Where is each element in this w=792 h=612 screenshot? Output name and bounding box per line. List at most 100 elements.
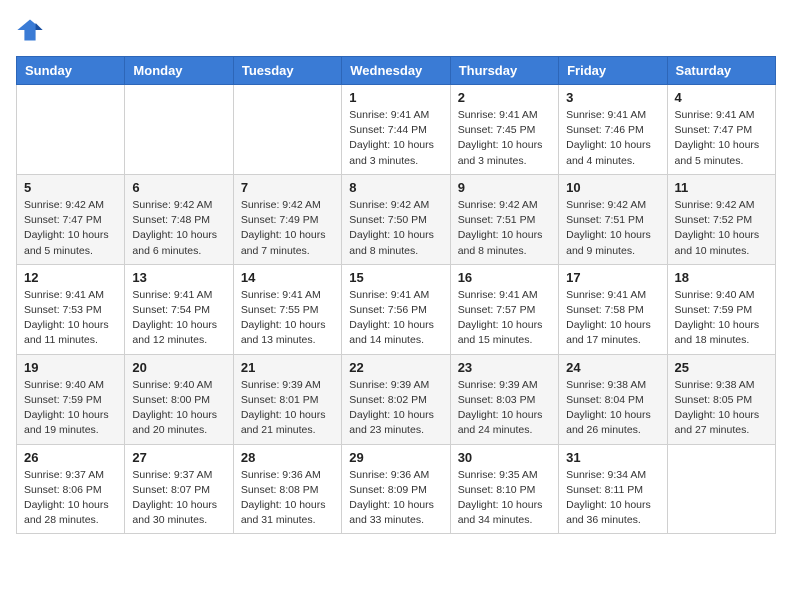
day-info: Sunrise: 9:39 AM Sunset: 8:01 PM Dayligh… — [241, 378, 334, 439]
day-info: Sunrise: 9:42 AM Sunset: 7:49 PM Dayligh… — [241, 198, 334, 259]
day-number: 3 — [566, 90, 659, 105]
calendar-header: SundayMondayTuesdayWednesdayThursdayFrid… — [17, 57, 776, 85]
day-info: Sunrise: 9:39 AM Sunset: 8:03 PM Dayligh… — [458, 378, 551, 439]
day-number: 23 — [458, 360, 551, 375]
week-row-5: 26Sunrise: 9:37 AM Sunset: 8:06 PM Dayli… — [17, 444, 776, 534]
calendar-cell: 20 Sunrise: 9:40 AM Sunset: 8:00 PM Dayli… — [125, 354, 233, 444]
day-info: Sunrise: 9:38 AM Sunset: 8:05 PM Dayligh… — [675, 378, 768, 439]
day-number: 31 — [566, 450, 659, 465]
day-info: Sunrise: 9:40 AM Sunset: 8:00 PM Dayligh… — [132, 378, 225, 439]
day-info: Sunrise: 9:41 AM Sunset: 7:53 PM Dayligh… — [24, 288, 117, 349]
header-saturday: Saturday — [667, 57, 775, 85]
day-info: Sunrise: 9:41 AM Sunset: 7:47 PM Dayligh… — [675, 108, 768, 169]
calendar-cell: 12 Sunrise: 9:41 AM Sunset: 7:53 PM Dayli… — [17, 264, 125, 354]
day-info: Sunrise: 9:37 AM Sunset: 8:07 PM Dayligh… — [132, 468, 225, 529]
day-info: Sunrise: 9:41 AM Sunset: 7:46 PM Dayligh… — [566, 108, 659, 169]
header-sunday: Sunday — [17, 57, 125, 85]
calendar-cell: 14 Sunrise: 9:41 AM Sunset: 7:55 PM Dayli… — [233, 264, 341, 354]
header-monday: Monday — [125, 57, 233, 85]
day-number: 13 — [132, 270, 225, 285]
day-number: 16 — [458, 270, 551, 285]
calendar-cell: 11 Sunrise: 9:42 AM Sunset: 7:52 PM Dayli… — [667, 174, 775, 264]
week-row-1: 1 Sunrise: 9:41 AM Sunset: 7:44 PM Daylig… — [17, 85, 776, 175]
calendar-cell: 30 Sunrise: 9:35 AM Sunset: 8:10 PM Dayli… — [450, 444, 558, 534]
calendar-cell: 22 Sunrise: 9:39 AM Sunset: 8:02 PM Dayli… — [342, 354, 450, 444]
header-tuesday: Tuesday — [233, 57, 341, 85]
day-number: 24 — [566, 360, 659, 375]
day-info: Sunrise: 9:42 AM Sunset: 7:52 PM Dayligh… — [675, 198, 768, 259]
calendar-cell: 29Sunrise: 9:36 AM Sunset: 8:09 PM Dayli… — [342, 444, 450, 534]
day-number: 4 — [675, 90, 768, 105]
day-number: 30 — [458, 450, 551, 465]
day-info: Sunrise: 9:41 AM Sunset: 7:57 PM Dayligh… — [458, 288, 551, 349]
day-number: 18 — [675, 270, 768, 285]
calendar-table: SundayMondayTuesdayWednesdayThursdayFrid… — [16, 56, 776, 534]
day-number: 25 — [675, 360, 768, 375]
calendar-cell: 31 Sunrise: 9:34 AM Sunset: 8:11 PM Dayli… — [559, 444, 667, 534]
day-info: Sunrise: 9:41 AM Sunset: 7:56 PM Dayligh… — [349, 288, 442, 349]
day-info: Sunrise: 9:42 AM Sunset: 7:48 PM Dayligh… — [132, 198, 225, 259]
day-info: Sunrise: 9:41 AM Sunset: 7:45 PM Dayligh… — [458, 108, 551, 169]
day-info: Sunrise: 9:41 AM Sunset: 7:58 PM Dayligh… — [566, 288, 659, 349]
calendar-cell — [17, 85, 125, 175]
week-row-2: 5 Sunrise: 9:42 AM Sunset: 7:47 PM Daylig… — [17, 174, 776, 264]
day-info: Sunrise: 9:42 AM Sunset: 7:47 PM Dayligh… — [24, 198, 117, 259]
day-number: 12 — [24, 270, 117, 285]
calendar-cell: 7 Sunrise: 9:42 AM Sunset: 7:49 PM Daylig… — [233, 174, 341, 264]
calendar-cell — [233, 85, 341, 175]
header-thursday: Thursday — [450, 57, 558, 85]
day-number: 5 — [24, 180, 117, 195]
calendar-cell: 28Sunrise: 9:36 AM Sunset: 8:08 PM Dayli… — [233, 444, 341, 534]
day-info: Sunrise: 9:41 AM Sunset: 7:54 PM Dayligh… — [132, 288, 225, 349]
day-number: 7 — [241, 180, 334, 195]
day-info: Sunrise: 9:40 AM Sunset: 7:59 PM Dayligh… — [675, 288, 768, 349]
calendar-cell: 25 Sunrise: 9:38 AM Sunset: 8:05 PM Dayli… — [667, 354, 775, 444]
day-number: 19 — [24, 360, 117, 375]
day-info: Sunrise: 9:41 AM Sunset: 7:55 PM Dayligh… — [241, 288, 334, 349]
day-number: 20 — [132, 360, 225, 375]
page-header — [16, 16, 776, 44]
day-number: 11 — [675, 180, 768, 195]
calendar-cell: 2Sunrise: 9:41 AM Sunset: 7:45 PM Daylig… — [450, 85, 558, 175]
day-number: 17 — [566, 270, 659, 285]
calendar-cell: 5 Sunrise: 9:42 AM Sunset: 7:47 PM Daylig… — [17, 174, 125, 264]
header-row: SundayMondayTuesdayWednesdayThursdayFrid… — [17, 57, 776, 85]
calendar-cell: 18 Sunrise: 9:40 AM Sunset: 7:59 PM Dayli… — [667, 264, 775, 354]
day-number: 29 — [349, 450, 442, 465]
calendar-cell: 9Sunrise: 9:42 AM Sunset: 7:51 PM Daylig… — [450, 174, 558, 264]
day-number: 27 — [132, 450, 225, 465]
day-info: Sunrise: 9:38 AM Sunset: 8:04 PM Dayligh… — [566, 378, 659, 439]
day-number: 1 — [349, 90, 442, 105]
day-number: 22 — [349, 360, 442, 375]
header-friday: Friday — [559, 57, 667, 85]
day-info: Sunrise: 9:41 AM Sunset: 7:44 PM Dayligh… — [349, 108, 442, 169]
calendar-cell: 15 Sunrise: 9:41 AM Sunset: 7:56 PM Dayli… — [342, 264, 450, 354]
calendar-body: 1 Sunrise: 9:41 AM Sunset: 7:44 PM Daylig… — [17, 85, 776, 534]
calendar-cell: 1 Sunrise: 9:41 AM Sunset: 7:44 PM Daylig… — [342, 85, 450, 175]
week-row-4: 19Sunrise: 9:40 AM Sunset: 7:59 PM Dayli… — [17, 354, 776, 444]
calendar-cell: 8 Sunrise: 9:42 AM Sunset: 7:50 PM Daylig… — [342, 174, 450, 264]
calendar-cell — [125, 85, 233, 175]
day-number: 15 — [349, 270, 442, 285]
calendar-cell: 17 Sunrise: 9:41 AM Sunset: 7:58 PM Dayli… — [559, 264, 667, 354]
day-info: Sunrise: 9:36 AM Sunset: 8:08 PM Dayligh… — [241, 468, 334, 529]
day-number: 9 — [458, 180, 551, 195]
day-info: Sunrise: 9:39 AM Sunset: 8:02 PM Dayligh… — [349, 378, 442, 439]
calendar-cell: 26Sunrise: 9:37 AM Sunset: 8:06 PM Dayli… — [17, 444, 125, 534]
calendar-cell — [667, 444, 775, 534]
logo-icon — [16, 16, 44, 44]
day-info: Sunrise: 9:34 AM Sunset: 8:11 PM Dayligh… — [566, 468, 659, 529]
calendar-cell: 27 Sunrise: 9:37 AM Sunset: 8:07 PM Dayli… — [125, 444, 233, 534]
day-info: Sunrise: 9:42 AM Sunset: 7:50 PM Dayligh… — [349, 198, 442, 259]
day-info: Sunrise: 9:42 AM Sunset: 7:51 PM Dayligh… — [566, 198, 659, 259]
day-info: Sunrise: 9:35 AM Sunset: 8:10 PM Dayligh… — [458, 468, 551, 529]
day-number: 14 — [241, 270, 334, 285]
calendar-cell: 13 Sunrise: 9:41 AM Sunset: 7:54 PM Dayli… — [125, 264, 233, 354]
calendar-cell: 16 Sunrise: 9:41 AM Sunset: 7:57 PM Dayli… — [450, 264, 558, 354]
day-number: 8 — [349, 180, 442, 195]
week-row-3: 12 Sunrise: 9:41 AM Sunset: 7:53 PM Dayli… — [17, 264, 776, 354]
day-info: Sunrise: 9:37 AM Sunset: 8:06 PM Dayligh… — [24, 468, 117, 529]
header-wednesday: Wednesday — [342, 57, 450, 85]
calendar-cell: 24 Sunrise: 9:38 AM Sunset: 8:04 PM Dayli… — [559, 354, 667, 444]
day-number: 6 — [132, 180, 225, 195]
